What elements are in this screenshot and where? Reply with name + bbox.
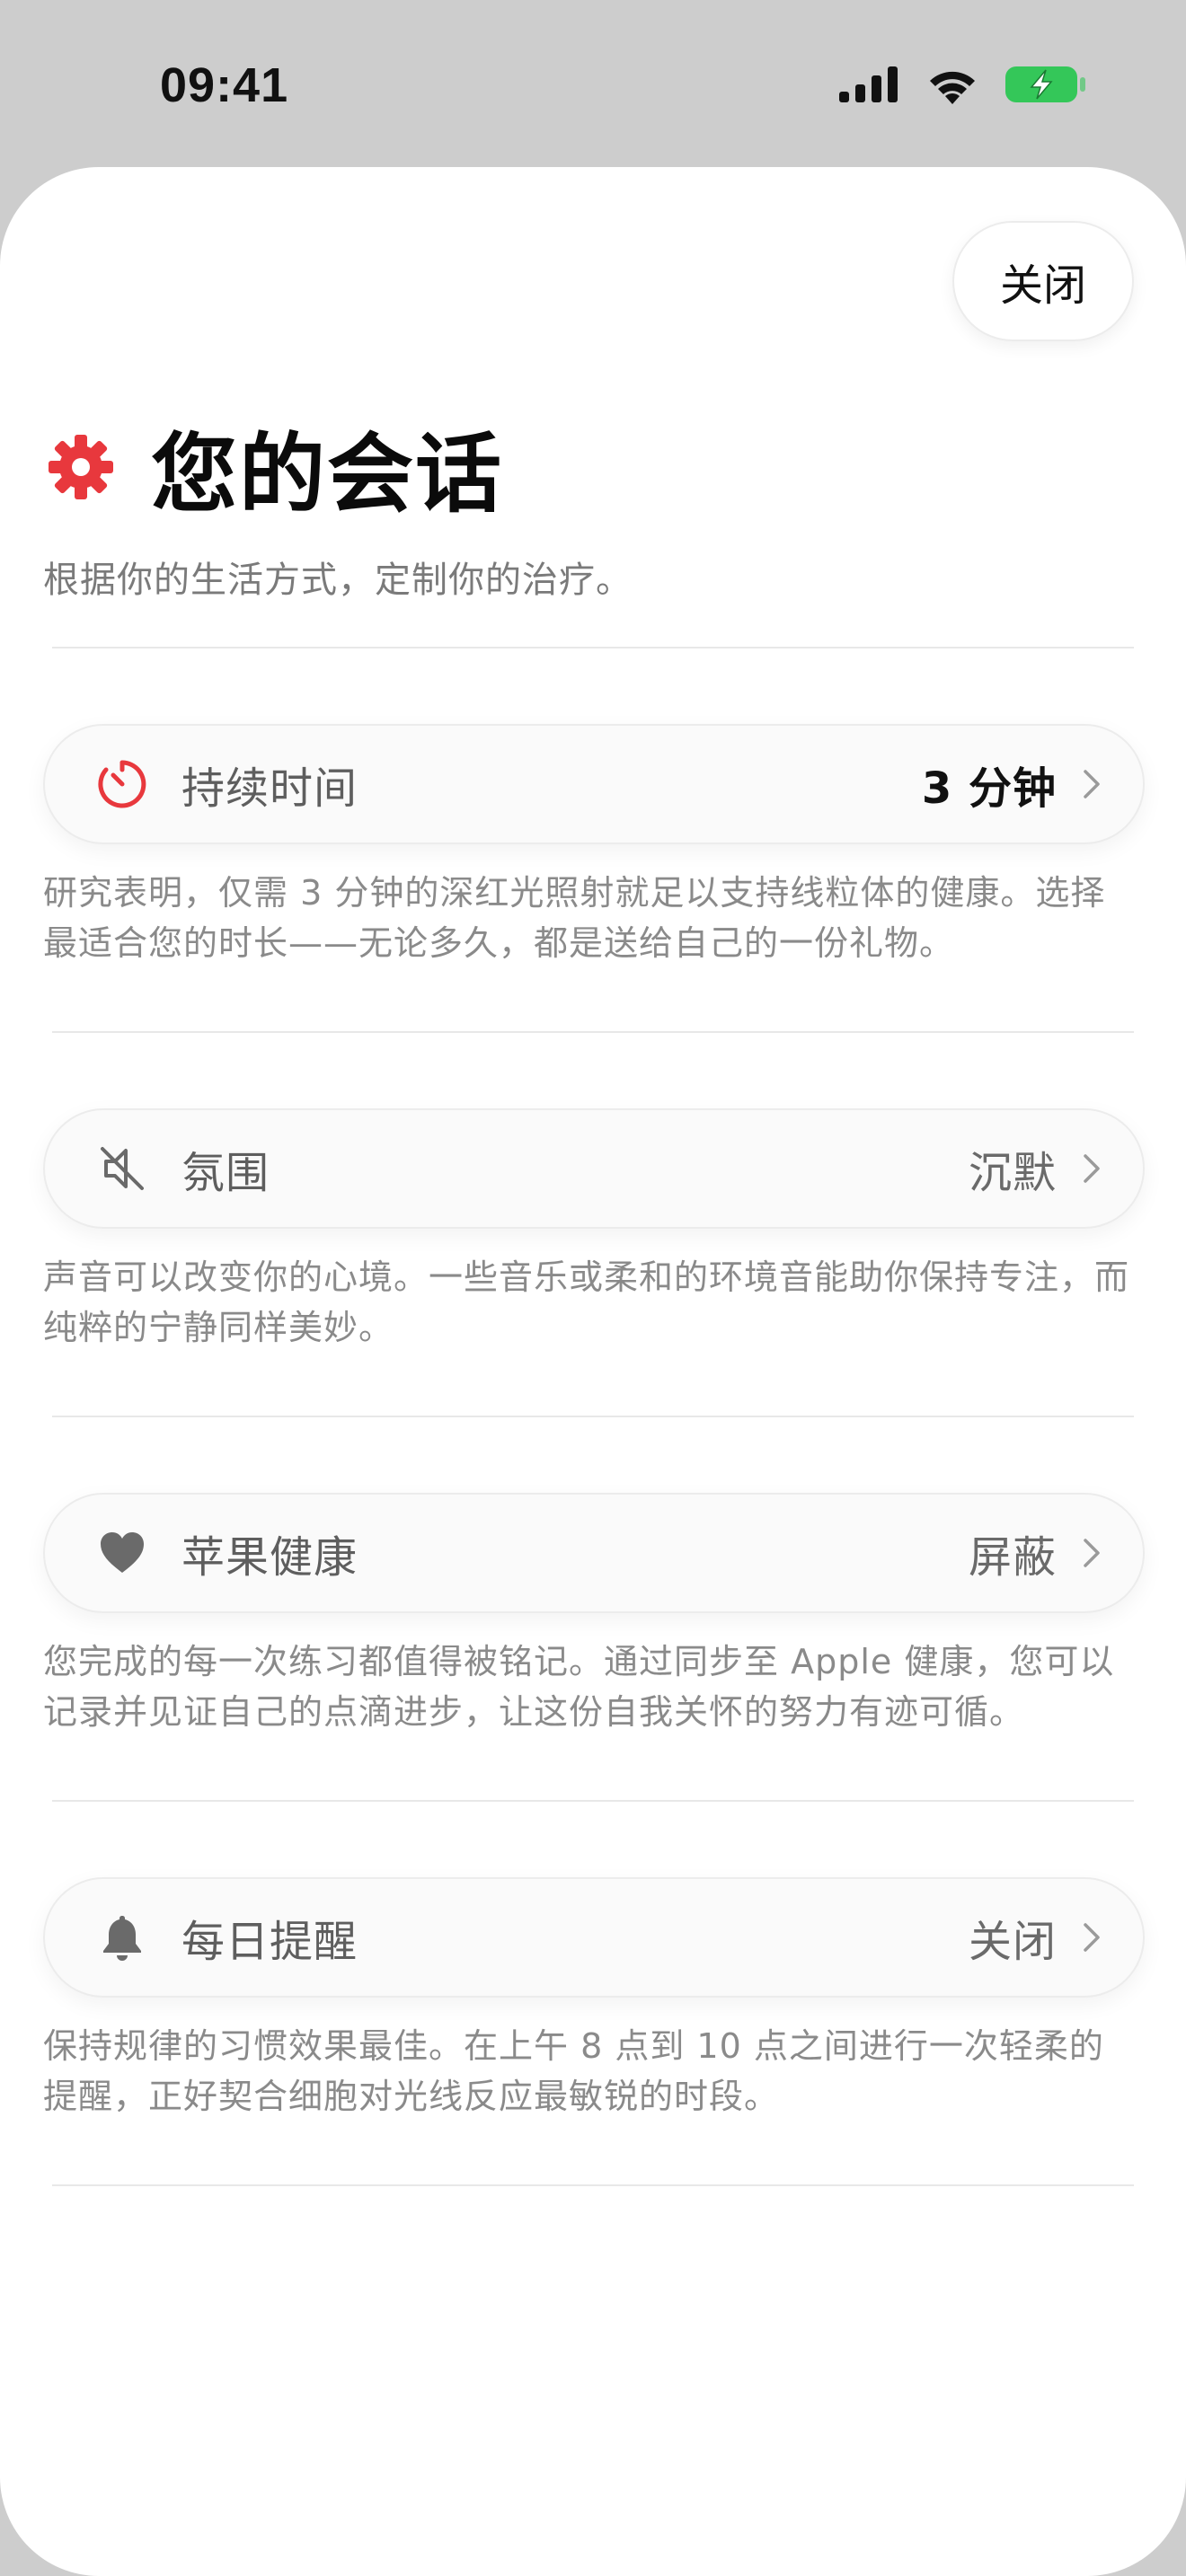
close-button[interactable]: 关闭 [952,221,1134,341]
setting-apple-health: 苹果健康 屏蔽 您完成的每一次练习都值得被铭记。通过同步至 Apple 健康，您… [43,1493,1145,1737]
duration-description: 研究表明，仅需 3 分钟的深红光照射就足以支持线粒体的健康。选择最适合您的时长—… [43,873,1106,963]
daily-reminder-row[interactable]: 每日提醒 关闭 [43,1877,1145,1998]
divider [52,1800,1134,1802]
divider [52,1416,1134,1417]
apple-health-row[interactable]: 苹果健康 屏蔽 [43,1493,1145,1613]
chevron-right-icon [1084,1539,1100,1567]
ambience-description: 声音可以改变你的心境。一些音乐或柔和的环境音能助你保持专注，而纯粹的宁静同样美妙… [43,1257,1130,1347]
divider [52,1031,1134,1033]
session-sheet: 关闭 您的会话 根据你的生活方式，定制你的治疗。 持续时间 3 分钟 研究表明，… [0,167,1186,2576]
page-subtitle: 根据你的生活方式，定制你的治疗。 [43,560,633,601]
duration-value: 3 分钟 [921,763,1057,814]
apple-health-value: 屏蔽 [968,1532,1057,1583]
ambience-row[interactable]: 氛围 沉默 [43,1108,1145,1229]
duration-label: 持续时间 [181,763,358,814]
bell-icon [95,1910,149,1964]
status-bar: 09:41 [0,0,1186,167]
chevron-right-icon [1084,1923,1100,1952]
duration-row[interactable]: 持续时间 3 分钟 [43,724,1145,844]
heart-icon [95,1526,149,1580]
wifi-icon [930,71,975,104]
chevron-right-icon [1084,770,1100,798]
ambience-label: 氛围 [181,1148,270,1198]
title-row: 您的会话 [43,404,1143,529]
daily-reminder-value: 关闭 [968,1917,1057,1967]
apple-health-description: 您完成的每一次练习都值得被铭记。通过同步至 Apple 健康，您可以记录并见证自… [43,1642,1115,1732]
speaker-muted-icon [95,1142,149,1195]
apple-health-label: 苹果健康 [181,1532,358,1583]
daily-reminder-label: 每日提醒 [181,1917,358,1967]
cellular-signal-icon [839,66,898,102]
header: 您的会话 根据你的生活方式，定制你的治疗。 [43,404,1143,603]
timer-icon [95,757,149,811]
setting-duration: 持续时间 3 分钟 研究表明，仅需 3 分钟的深红光照射就足以支持线粒体的健康。… [43,724,1145,968]
setting-daily-reminder: 每日提醒 关闭 保持规律的习惯效果最佳。在上午 8 点到 10 点之间进行一次轻… [43,1877,1145,2122]
battery-charging-icon [1005,66,1085,102]
ambience-value: 沉默 [968,1148,1057,1198]
setting-ambience: 氛围 沉默 声音可以改变你的心境。一些音乐或柔和的环境音能助你保持专注，而纯粹的… [43,1108,1145,1353]
chevron-right-icon [1084,1154,1100,1183]
gear-icon [49,434,113,499]
divider [52,2184,1134,2186]
divider [52,647,1134,648]
daily-reminder-description: 保持规律的习惯效果最佳。在上午 8 点到 10 点之间进行一次轻柔的提醒，正好契… [43,2026,1104,2116]
page-title: 您的会话 [151,424,503,525]
status-icons [839,65,1087,104]
status-time: 09:41 [160,58,289,112]
